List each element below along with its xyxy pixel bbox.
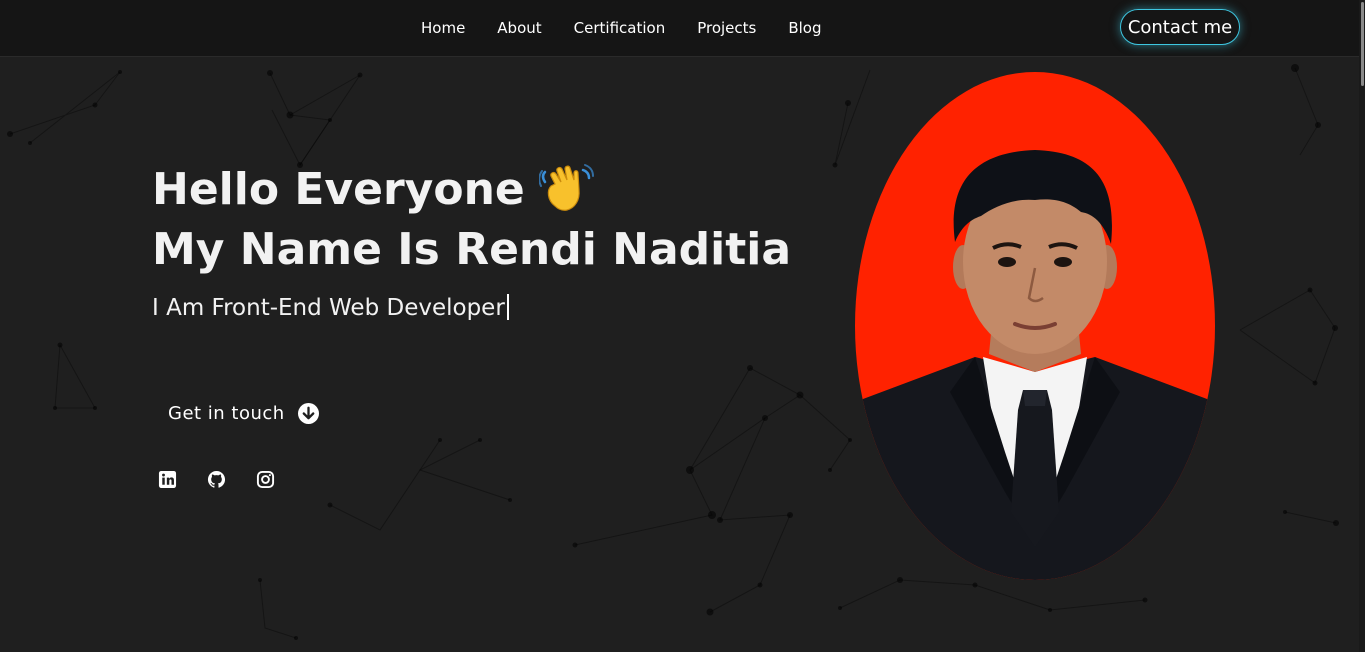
portfolio-page: Home About Certification Projects Blog C…	[0, 0, 1365, 652]
hero-subtitle: I Am Front-End Web Developer	[152, 294, 509, 321]
nav-links: Home About Certification Projects Blog	[405, 0, 838, 56]
linkedin-icon[interactable]	[158, 470, 177, 489]
typing-cursor	[506, 294, 509, 320]
scrollbar-thumb[interactable]	[1361, 2, 1364, 86]
greeting-line-1: Hello Everyone	[152, 160, 791, 220]
arrow-down-circle-icon	[297, 403, 319, 424]
greeting-line-2: My Name Is Rendi Naditia	[152, 224, 792, 275]
get-in-touch-button[interactable]: Get in touch	[168, 403, 319, 424]
nav-link-blog[interactable]: Blog	[772, 19, 837, 37]
top-navbar: Home About Certification Projects Blog C…	[0, 0, 1359, 57]
subtitle-text: I Am Front-End Web Developer	[152, 295, 505, 321]
hero-heading: Hello Everyone My Name Is Rendi Naditia	[152, 160, 791, 280]
nav-link-about[interactable]: About	[481, 19, 557, 37]
github-icon[interactable]	[207, 470, 226, 489]
contact-me-button[interactable]: Contact me	[1120, 9, 1240, 45]
nav-link-home[interactable]: Home	[405, 19, 481, 37]
scrollbar-track[interactable]	[1359, 0, 1365, 652]
instagram-icon[interactable]	[256, 470, 275, 489]
profile-photo	[855, 72, 1215, 580]
social-links	[158, 470, 275, 489]
nav-link-projects[interactable]: Projects	[681, 19, 772, 37]
nav-link-certification[interactable]: Certification	[558, 19, 682, 37]
waving-hand-icon	[538, 164, 594, 211]
greeting-text: Hello Everyone	[152, 164, 525, 215]
get-in-touch-label: Get in touch	[168, 403, 285, 424]
